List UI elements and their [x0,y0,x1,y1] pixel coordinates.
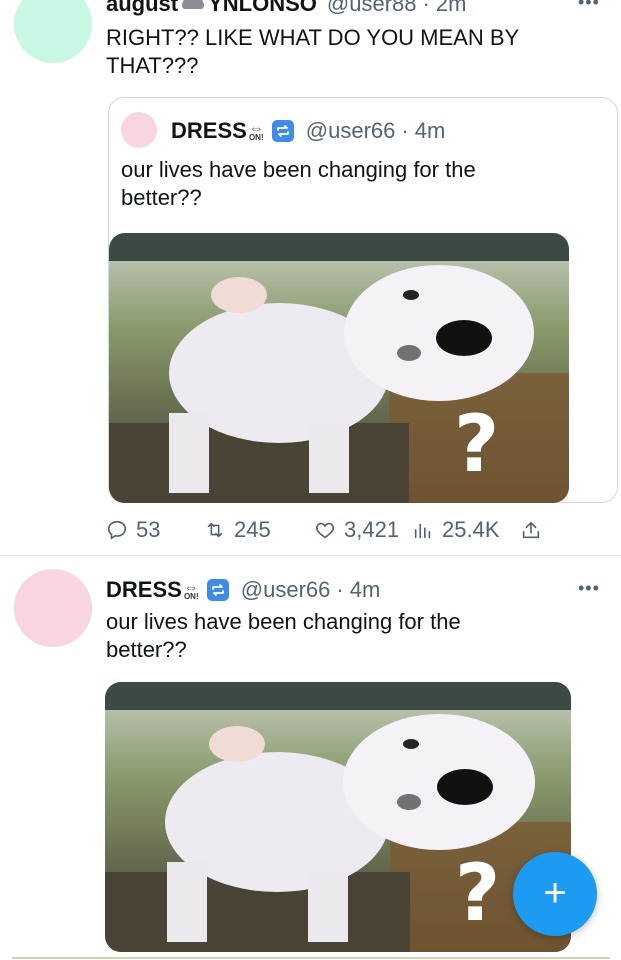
more-icon[interactable]: ••• [578,578,600,599]
quote-user-handle: @user66 [305,118,396,143]
user-handle[interactable]: @user88 [327,0,417,17]
reply-icon [107,520,127,540]
retweet-button[interactable]: 245 [204,514,271,546]
repeat-emoji-icon [271,120,294,142]
like-count: 3,421 [344,517,400,542]
avatar[interactable] [14,0,92,63]
views-count: 25.4K [442,517,500,542]
separator-dot: · [336,577,344,602]
plus-icon: + [543,870,567,915]
reply-button[interactable]: 53 [106,514,160,546]
timestamp[interactable]: 4m [350,577,381,603]
user-handle[interactable]: @user66 [241,577,331,603]
quote-timestamp: 4m [414,118,446,143]
quote-display-name: DRESS [171,118,247,143]
tweet-divider [0,555,621,556]
views-button[interactable]: 25.4K [412,514,500,546]
quote-media-image[interactable]: ? [109,233,569,503]
avatar[interactable] [14,569,92,647]
quote-avatar [121,112,157,148]
hat-emoji-icon [182,0,205,9]
on-arrow-emoji-icon: ⇔ ON! [248,119,264,142]
tweet-header: DRESS ⇔ ON! @user66 · 4m [106,577,380,603]
share-icon [522,521,540,539]
on-arrow-emoji-icon: ⇔ ON! [183,578,199,601]
retweet-count: 245 [234,517,271,542]
tweet-header: august YNLONSO @user88 · 2m [106,0,466,17]
tweet-text: RIGHT?? LIKE WHAT DO YOU MEAN BY THAT??? [106,25,519,78]
tweet-text: our lives have been changing for the bet… [106,609,461,662]
retweet-icon [207,522,223,538]
quote-text: our lives have been changing for the bet… [121,157,476,210]
question-mark: ? [454,400,499,490]
separator-dot: · [401,118,409,143]
display-name[interactable]: august [106,0,178,17]
display-name[interactable]: DRESS [106,577,182,603]
compose-button[interactable]: + [513,852,597,936]
display-name-suffix[interactable]: YNLONSO [208,0,317,17]
media-image[interactable]: ? [105,682,571,952]
separator-dot: · [422,0,430,16]
timestamp[interactable]: 2m [436,0,467,17]
more-icon[interactable]: ••• [578,0,600,13]
share-button[interactable] [520,514,550,546]
like-icon [316,522,334,539]
views-icon [414,523,431,539]
like-button[interactable]: 3,421 [314,514,399,546]
reply-count: 53 [136,517,161,542]
question-mark: ? [455,849,500,939]
bottom-edge-line [12,957,610,959]
repeat-emoji-icon [206,579,229,601]
quote-header: DRESS ⇔ ON! @user66 · 4m [171,118,445,144]
